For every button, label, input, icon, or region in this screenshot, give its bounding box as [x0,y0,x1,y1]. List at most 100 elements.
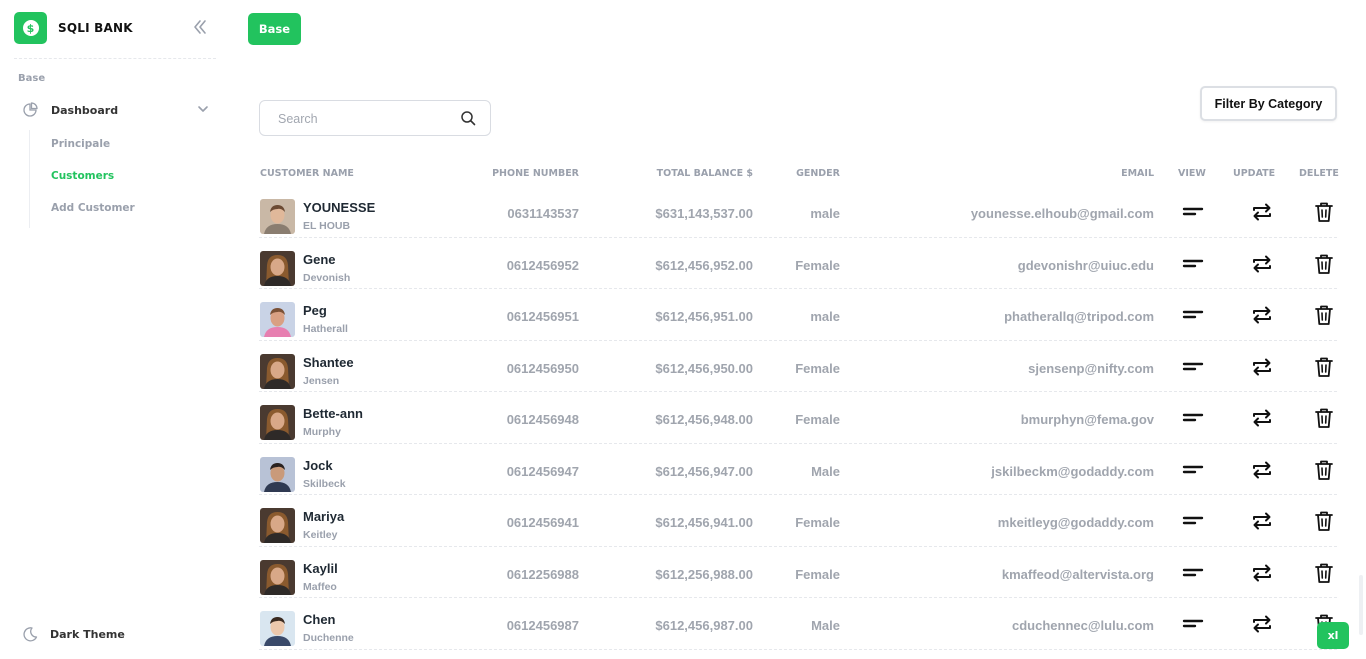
table-header: CUSTOMER NAME PHONE NUMBER TOTAL BALANCE… [259,162,1339,186]
customer-balance: $612,456,950.00 [655,360,753,376]
sidebar-item-add-customer[interactable]: Add Customer [51,202,135,214]
sidebar-item-principale[interactable]: Principale [51,138,110,150]
update-icon[interactable] [1249,406,1275,430]
customer-last-name: EL HOUB [303,220,351,232]
table-row[interactable]: Jock Skilbeck 0612456947 $612,456,947.00… [259,444,1337,495]
dark-theme-toggle[interactable]: Dark Theme [22,626,125,642]
customer-last-name: Keitley [303,529,338,541]
column-header-balance[interactable]: TOTAL BALANCE $ [657,168,753,179]
view-icon[interactable] [1180,200,1206,224]
customer-balance: $612,456,987.00 [655,618,753,633]
customer-phone: 0612456948 [506,412,579,427]
avatar [260,559,295,595]
update-icon[interactable] [1249,509,1275,533]
collapse-sidebar-button[interactable] [190,17,210,37]
table-row[interactable]: Kaylil Maffeo 0612256988 $612,256,988.00… [259,547,1337,598]
customer-gender: Female [795,412,840,427]
customer-phone: 0612456951 [506,309,579,324]
table-row[interactable]: YOUNESSE EL HOUB 0631143537 $631,143,537… [259,186,1337,238]
table-row[interactable]: Chen Duchenne 0612456987 $612,456,987.00… [259,598,1337,650]
customer-gender: Male [811,463,840,479]
table-row[interactable]: Shantee Jensen 0612456950 $612,456,950.0… [259,341,1337,392]
column-header-gender[interactable]: GENDER [796,168,840,179]
customer-email: bmurphyn@fema.gov [1020,412,1154,427]
customer-last-name: Devonish [303,271,351,284]
customer-gender: Female [795,566,840,582]
avatar [260,250,295,286]
avatar [260,456,295,492]
update-icon[interactable] [1249,252,1275,276]
customer-gender: Male [811,618,840,633]
update-icon[interactable] [1249,612,1275,636]
delete-icon[interactable] [1311,303,1337,327]
customer-balance: $612,456,947.00 [655,463,753,479]
sidebar-item-customers[interactable]: Customers [51,170,114,182]
customer-email: jskilbeckm@godaddy.com [991,463,1154,479]
customer-email: younesse.elhoub@gmail.com [970,206,1154,221]
delete-icon[interactable] [1311,561,1337,585]
customer-email: kmaffeod@altervista.org [1001,566,1154,582]
view-icon[interactable] [1180,252,1206,276]
customer-email: phatherallq@tripod.com [1004,309,1154,324]
view-icon[interactable] [1180,612,1206,636]
update-icon[interactable] [1249,561,1275,585]
view-icon[interactable] [1180,561,1206,585]
customer-email: sjensenp@nifty.com [1028,360,1154,376]
sidebar-subnav: Principale Customers Add Customer [29,130,135,228]
customer-first-name: Bette-ann [303,406,363,421]
customer-email: gdevonishr@uiuc.edu [1017,257,1154,273]
view-icon[interactable] [1180,458,1206,482]
table-row[interactable]: Gene Devonish 0612456952 $612,456,952.00… [259,238,1337,289]
update-icon[interactable] [1249,355,1275,379]
breadcrumb-base-badge[interactable]: Base [248,13,301,45]
chevron-down-icon [198,106,208,112]
filter-by-category-button[interactable]: Filter By Category [1200,86,1337,121]
avatar [260,302,295,337]
customer-gender: male [810,309,840,324]
dollar-coin-icon: $ [22,20,39,36]
sidebar-item-dashboard[interactable]: Dashboard [22,101,214,119]
view-icon[interactable] [1180,303,1206,327]
delete-icon[interactable] [1311,355,1337,379]
column-header-name[interactable]: CUSTOMER NAME [260,168,354,179]
search-icon[interactable] [460,110,476,126]
avatar [260,405,295,440]
column-header-update: UPDATE [1233,168,1276,179]
column-header-phone[interactable]: PHONE NUMBER [492,168,579,179]
customer-phone: 0612456947 [506,463,579,479]
customer-balance: $612,456,951.00 [655,309,753,324]
customer-first-name: YOUNESSE [303,200,376,215]
table-row[interactable]: Peg Hatherall 0612456951 $612,456,951.00… [259,289,1337,341]
customer-first-name: Chen [303,612,336,627]
customer-email: cduchennec@lulu.com [1012,618,1154,633]
view-icon[interactable] [1180,406,1206,430]
column-header-email[interactable]: EMAIL [1121,168,1154,179]
table-row[interactable]: Bette-ann Murphy 0612456948 $612,456,948… [259,392,1337,444]
customer-balance: $612,456,948.00 [655,412,753,427]
customer-first-name: Gene [303,251,336,267]
search-input[interactable] [278,110,448,128]
customer-gender: Female [795,515,840,530]
update-icon[interactable] [1249,458,1275,482]
update-icon[interactable] [1249,200,1275,224]
delete-icon[interactable] [1311,406,1337,430]
scrollbar[interactable] [1359,575,1363,635]
customer-gender: Female [795,257,840,273]
table-row[interactable]: Mariya Keitley 0612456941 $612,456,941.0… [259,495,1337,547]
customers-table: CUSTOMER NAME PHONE NUMBER TOTAL BALANCE… [259,162,1339,650]
customer-first-name: Kaylil [303,560,338,576]
delete-icon[interactable] [1311,200,1337,224]
customer-first-name: Mariya [303,509,345,524]
avatar [260,611,295,646]
view-icon[interactable] [1180,509,1206,533]
avatar [260,353,295,389]
delete-icon[interactable] [1311,252,1337,276]
view-icon[interactable] [1180,355,1206,379]
column-header-delete: DELETE [1299,168,1339,179]
delete-icon[interactable] [1311,509,1337,533]
update-icon[interactable] [1249,303,1275,327]
customer-phone: 0612456941 [506,515,579,530]
customer-gender: male [810,206,840,221]
delete-icon[interactable] [1311,458,1337,482]
brand[interactable]: $ SQLI BANK [14,12,133,44]
